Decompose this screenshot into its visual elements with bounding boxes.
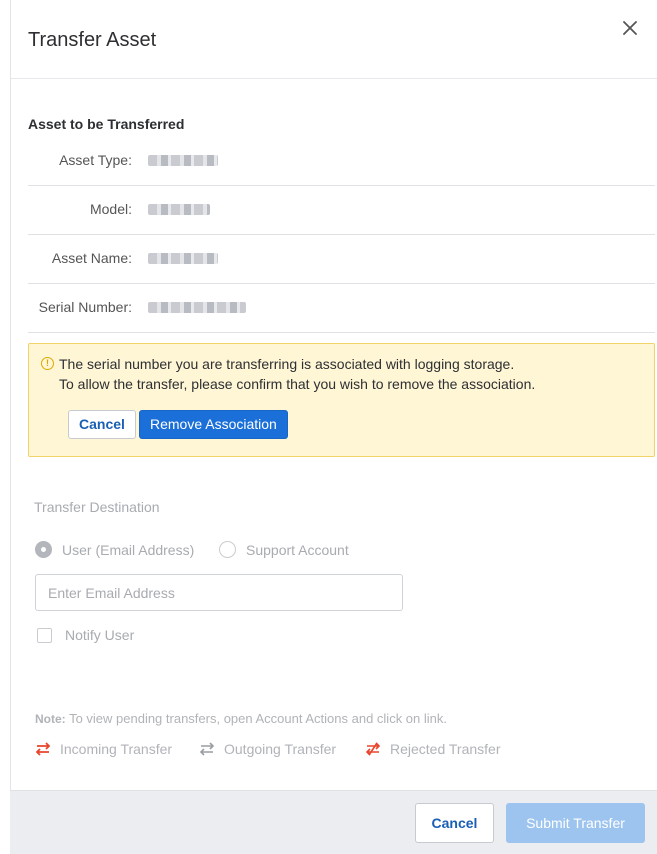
- transfer-destination-title: Transfer Destination: [34, 499, 160, 515]
- serial-number-label: Serial Number:: [38, 299, 132, 315]
- asset-type-value-redacted: [148, 155, 218, 166]
- legend-rejected[interactable]: Rejected Transfer: [365, 741, 501, 757]
- asset-type-label: Asset Type:: [59, 152, 132, 168]
- modal-title: Transfer Asset: [28, 29, 157, 51]
- submit-transfer-button[interactable]: Submit Transfer: [506, 803, 645, 843]
- modal-header: Transfer Asset: [11, 0, 657, 79]
- cancel-button[interactable]: Cancel: [415, 803, 494, 843]
- radio-checked-icon: [35, 541, 52, 558]
- asset-name-value-redacted: [148, 253, 218, 264]
- checkbox-icon: [37, 627, 52, 643]
- transfer-asset-modal: Transfer Asset Asset to be Transferred A…: [10, 0, 657, 854]
- model-row: Model:: [28, 186, 655, 235]
- remove-association-button[interactable]: Remove Association: [139, 410, 288, 439]
- radio-support-account[interactable]: Support Account: [219, 541, 349, 558]
- warning-line-1: The serial number you are transferring i…: [59, 356, 515, 372]
- warning-cancel-button[interactable]: Cancel: [68, 410, 136, 439]
- model-label: Model:: [89, 201, 132, 217]
- association-warning: ! The serial number you are transferring…: [28, 343, 655, 457]
- serial-number-value-redacted: [148, 302, 246, 313]
- asset-name-row: Asset Name:: [28, 235, 655, 284]
- radio-user-email-label: User (Email Address): [62, 541, 195, 558]
- serial-number-row: Serial Number:: [28, 284, 655, 333]
- info-icon: !: [41, 357, 54, 370]
- notify-user-label: Notify User: [65, 627, 135, 643]
- incoming-transfer-label: Incoming Transfer: [60, 741, 173, 757]
- incoming-transfer-icon: [35, 742, 51, 756]
- radio-unchecked-icon: [219, 541, 236, 558]
- model-value-redacted: [148, 204, 210, 215]
- note-label: Note:: [35, 712, 66, 726]
- rejected-transfer-label: Rejected Transfer: [390, 741, 501, 757]
- close-icon[interactable]: [619, 17, 641, 39]
- radio-user-email[interactable]: User (Email Address): [35, 541, 194, 558]
- note-text: To view pending transfers, open Account …: [69, 711, 448, 726]
- email-address-input[interactable]: [35, 574, 403, 611]
- transfer-note: Note: To view pending transfers, open Ac…: [35, 711, 447, 726]
- rejected-transfer-icon: [365, 742, 381, 756]
- legend-incoming[interactable]: Incoming Transfer: [35, 741, 172, 757]
- radio-support-account-label: Support Account: [246, 541, 349, 558]
- outgoing-transfer-icon: [199, 742, 215, 756]
- modal-footer: Cancel Submit Transfer: [10, 790, 657, 854]
- asset-type-row: Asset Type:: [28, 137, 655, 186]
- outgoing-transfer-label: Outgoing Transfer: [224, 741, 337, 757]
- asset-section-title: Asset to be Transferred: [28, 116, 185, 132]
- warning-line-2: To allow the transfer, please confirm th…: [59, 376, 536, 392]
- legend-outgoing[interactable]: Outgoing Transfer: [199, 741, 336, 757]
- notify-user-checkbox[interactable]: Notify User: [37, 627, 134, 643]
- asset-name-label: Asset Name:: [51, 250, 132, 266]
